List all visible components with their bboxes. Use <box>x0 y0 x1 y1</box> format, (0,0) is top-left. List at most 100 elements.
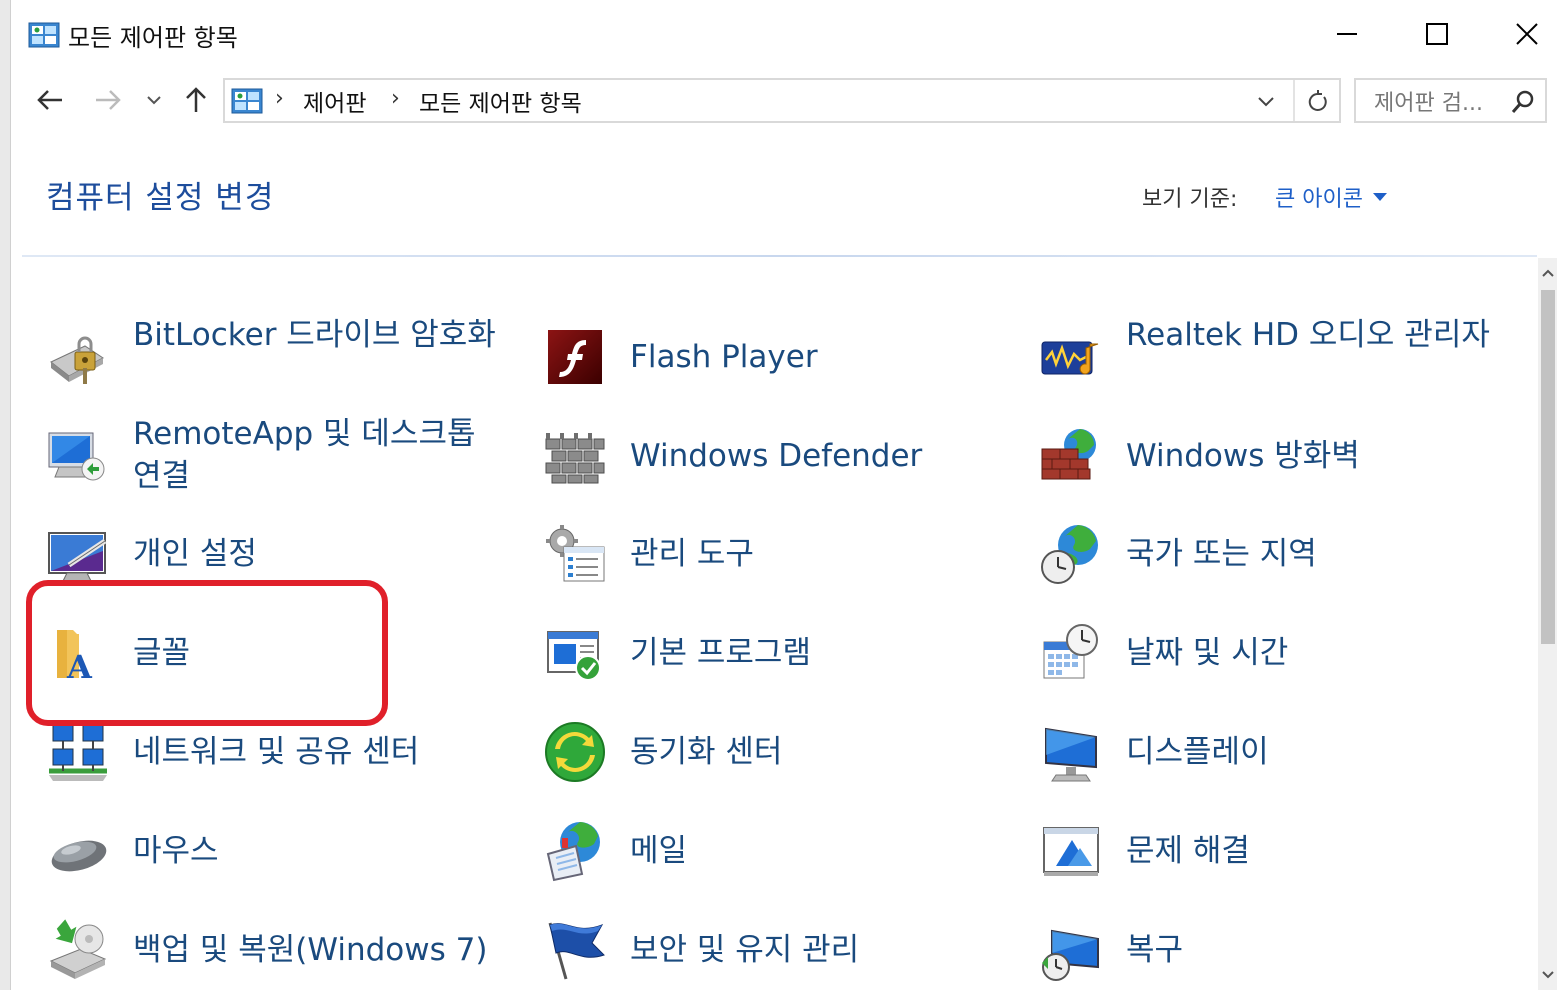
firewall-icon <box>1038 423 1104 489</box>
personalization-icon <box>45 521 111 587</box>
navigation-bar: › 제어판 › 모든 제어판 항목 제어판 검... <box>12 68 1557 132</box>
chevron-up-icon <box>1541 269 1554 277</box>
backup-restore-icon <box>45 917 111 983</box>
item-remoteapp[interactable]: RemoteApp 및 데스크톱 연결 <box>45 411 515 501</box>
item-windows-firewall[interactable]: Windows 방화벽 <box>1038 411 1518 501</box>
item-display[interactable]: 디스플레이 <box>1038 707 1518 797</box>
control-panel-icon <box>231 88 263 114</box>
flash-player-icon <box>542 324 608 390</box>
network-icon <box>45 719 111 785</box>
breadcrumb-control-panel[interactable]: 제어판 <box>303 84 366 118</box>
header-divider <box>22 255 1537 257</box>
refresh-button[interactable] <box>1301 86 1335 116</box>
item-mail[interactable]: 메일 <box>542 806 1012 896</box>
item-label[interactable]: 디스플레이 <box>1126 731 1269 773</box>
up-button[interactable] <box>174 78 218 122</box>
item-security-maintenance[interactable]: 보안 및 유지 관리 <box>542 905 1012 990</box>
recovery-icon <box>1038 917 1104 983</box>
maximize-button[interactable] <box>1407 12 1467 56</box>
item-bitlocker[interactable]: BitLocker 드라이브 암호화 <box>45 312 515 402</box>
item-label[interactable]: 네트워크 및 공유 센터 <box>133 731 419 773</box>
highlight-box <box>26 580 388 726</box>
breadcrumb-separator[interactable]: › <box>391 86 400 111</box>
title-bar: 모든 제어판 항목 <box>12 0 1557 68</box>
item-label[interactable]: 복구 <box>1126 929 1183 971</box>
chevron-down-icon <box>147 96 161 105</box>
mail-icon <box>542 818 608 884</box>
minimize-button[interactable] <box>1317 12 1377 56</box>
arrow-left-icon <box>37 90 62 110</box>
breadcrumb-separator[interactable]: › <box>275 86 284 111</box>
item-label[interactable]: RemoteApp 및 데스크톱 연결 <box>133 413 503 497</box>
admin-tools-icon <box>542 521 608 587</box>
item-label[interactable]: 문제 해결 <box>1126 830 1250 872</box>
item-sync-center[interactable]: 동기화 센터 <box>542 707 1012 797</box>
item-label[interactable]: 보안 및 유지 관리 <box>630 929 859 971</box>
control-panel-icon <box>28 22 60 48</box>
sync-center-icon <box>542 719 608 785</box>
arrow-up-icon <box>186 87 206 112</box>
troubleshooting-icon <box>1038 818 1104 884</box>
item-date-time[interactable]: 날짜 및 시간 <box>1038 608 1518 698</box>
region-icon <box>1038 521 1104 587</box>
item-region[interactable]: 국가 또는 지역 <box>1038 509 1518 599</box>
realtek-audio-icon <box>1038 324 1104 390</box>
date-time-icon <box>1038 620 1104 686</box>
security-maintenance-icon <box>542 917 608 983</box>
item-flash-player[interactable]: Flash Player <box>542 312 1012 402</box>
view-by-value[interactable]: 큰 아이콘 <box>1275 181 1363 213</box>
close-button[interactable] <box>1497 12 1557 56</box>
remoteapp-icon <box>45 423 111 489</box>
item-label[interactable]: 국가 또는 지역 <box>1126 533 1317 575</box>
item-label[interactable]: Windows Defender <box>630 435 922 477</box>
item-recovery[interactable]: 복구 <box>1038 905 1518 990</box>
item-label[interactable]: 기본 프로그램 <box>630 632 811 674</box>
search-icon[interactable] <box>1509 88 1537 116</box>
recent-locations-button[interactable] <box>140 78 168 122</box>
item-label[interactable]: Flash Player <box>630 336 818 378</box>
address-history-dropdown[interactable] <box>1251 88 1281 116</box>
window-border <box>0 0 11 990</box>
item-label[interactable]: BitLocker 드라이브 암호화 <box>133 314 503 356</box>
windows-defender-icon <box>542 423 608 489</box>
item-label[interactable]: 관리 도구 <box>630 533 754 575</box>
mouse-icon <box>45 818 111 884</box>
item-label[interactable]: 메일 <box>630 830 687 872</box>
divider <box>1293 80 1295 121</box>
refresh-icon <box>1308 90 1327 111</box>
item-mouse[interactable]: 마우스 <box>45 806 515 896</box>
scroll-down-button[interactable] <box>1538 960 1557 990</box>
page-title: 컴퓨터 설정 변경 <box>46 180 275 216</box>
item-windows-defender[interactable]: Windows Defender <box>542 411 1012 501</box>
chevron-down-icon <box>1541 971 1554 979</box>
item-label[interactable]: 백업 및 복원(Windows 7) <box>133 929 487 971</box>
default-programs-icon <box>542 620 608 686</box>
forward-button[interactable] <box>86 78 130 122</box>
vertical-scrollbar[interactable] <box>1538 258 1557 990</box>
address-bar[interactable]: › 제어판 › 모든 제어판 항목 <box>223 78 1341 123</box>
search-input[interactable]: 제어판 검... <box>1354 78 1547 123</box>
item-label[interactable]: 마우스 <box>133 830 219 872</box>
item-label[interactable]: 날짜 및 시간 <box>1126 632 1288 674</box>
chevron-down-icon <box>1258 97 1274 107</box>
breadcrumb-all-items[interactable]: 모든 제어판 항목 <box>419 84 582 118</box>
caret-down-icon[interactable] <box>1372 193 1387 201</box>
search-placeholder: 제어판 검... <box>1374 91 1483 116</box>
item-backup-restore[interactable]: 백업 및 복원(Windows 7) <box>45 905 515 990</box>
scroll-thumb[interactable] <box>1541 290 1555 644</box>
item-label[interactable]: Windows 방화벽 <box>1126 435 1360 477</box>
item-troubleshooting[interactable]: 문제 해결 <box>1038 806 1518 896</box>
back-button[interactable] <box>28 78 72 122</box>
item-label[interactable]: 개인 설정 <box>133 533 257 575</box>
item-admin-tools[interactable]: 관리 도구 <box>542 509 1012 599</box>
view-by-dropdown[interactable]: 큰 아이콘 <box>1275 181 1387 213</box>
arrow-right-icon <box>96 90 121 110</box>
item-label[interactable]: Realtek HD 오디오 관리자 <box>1126 314 1496 356</box>
item-label[interactable]: 동기화 센터 <box>630 731 782 773</box>
item-default-programs[interactable]: 기본 프로그램 <box>542 608 1012 698</box>
display-icon <box>1038 719 1104 785</box>
scroll-up-button[interactable] <box>1538 258 1557 288</box>
window-title: 모든 제어판 항목 <box>68 24 238 52</box>
view-by-label: 보기 기준: <box>1142 187 1238 212</box>
item-realtek-audio[interactable]: Realtek HD 오디오 관리자 <box>1038 312 1518 402</box>
